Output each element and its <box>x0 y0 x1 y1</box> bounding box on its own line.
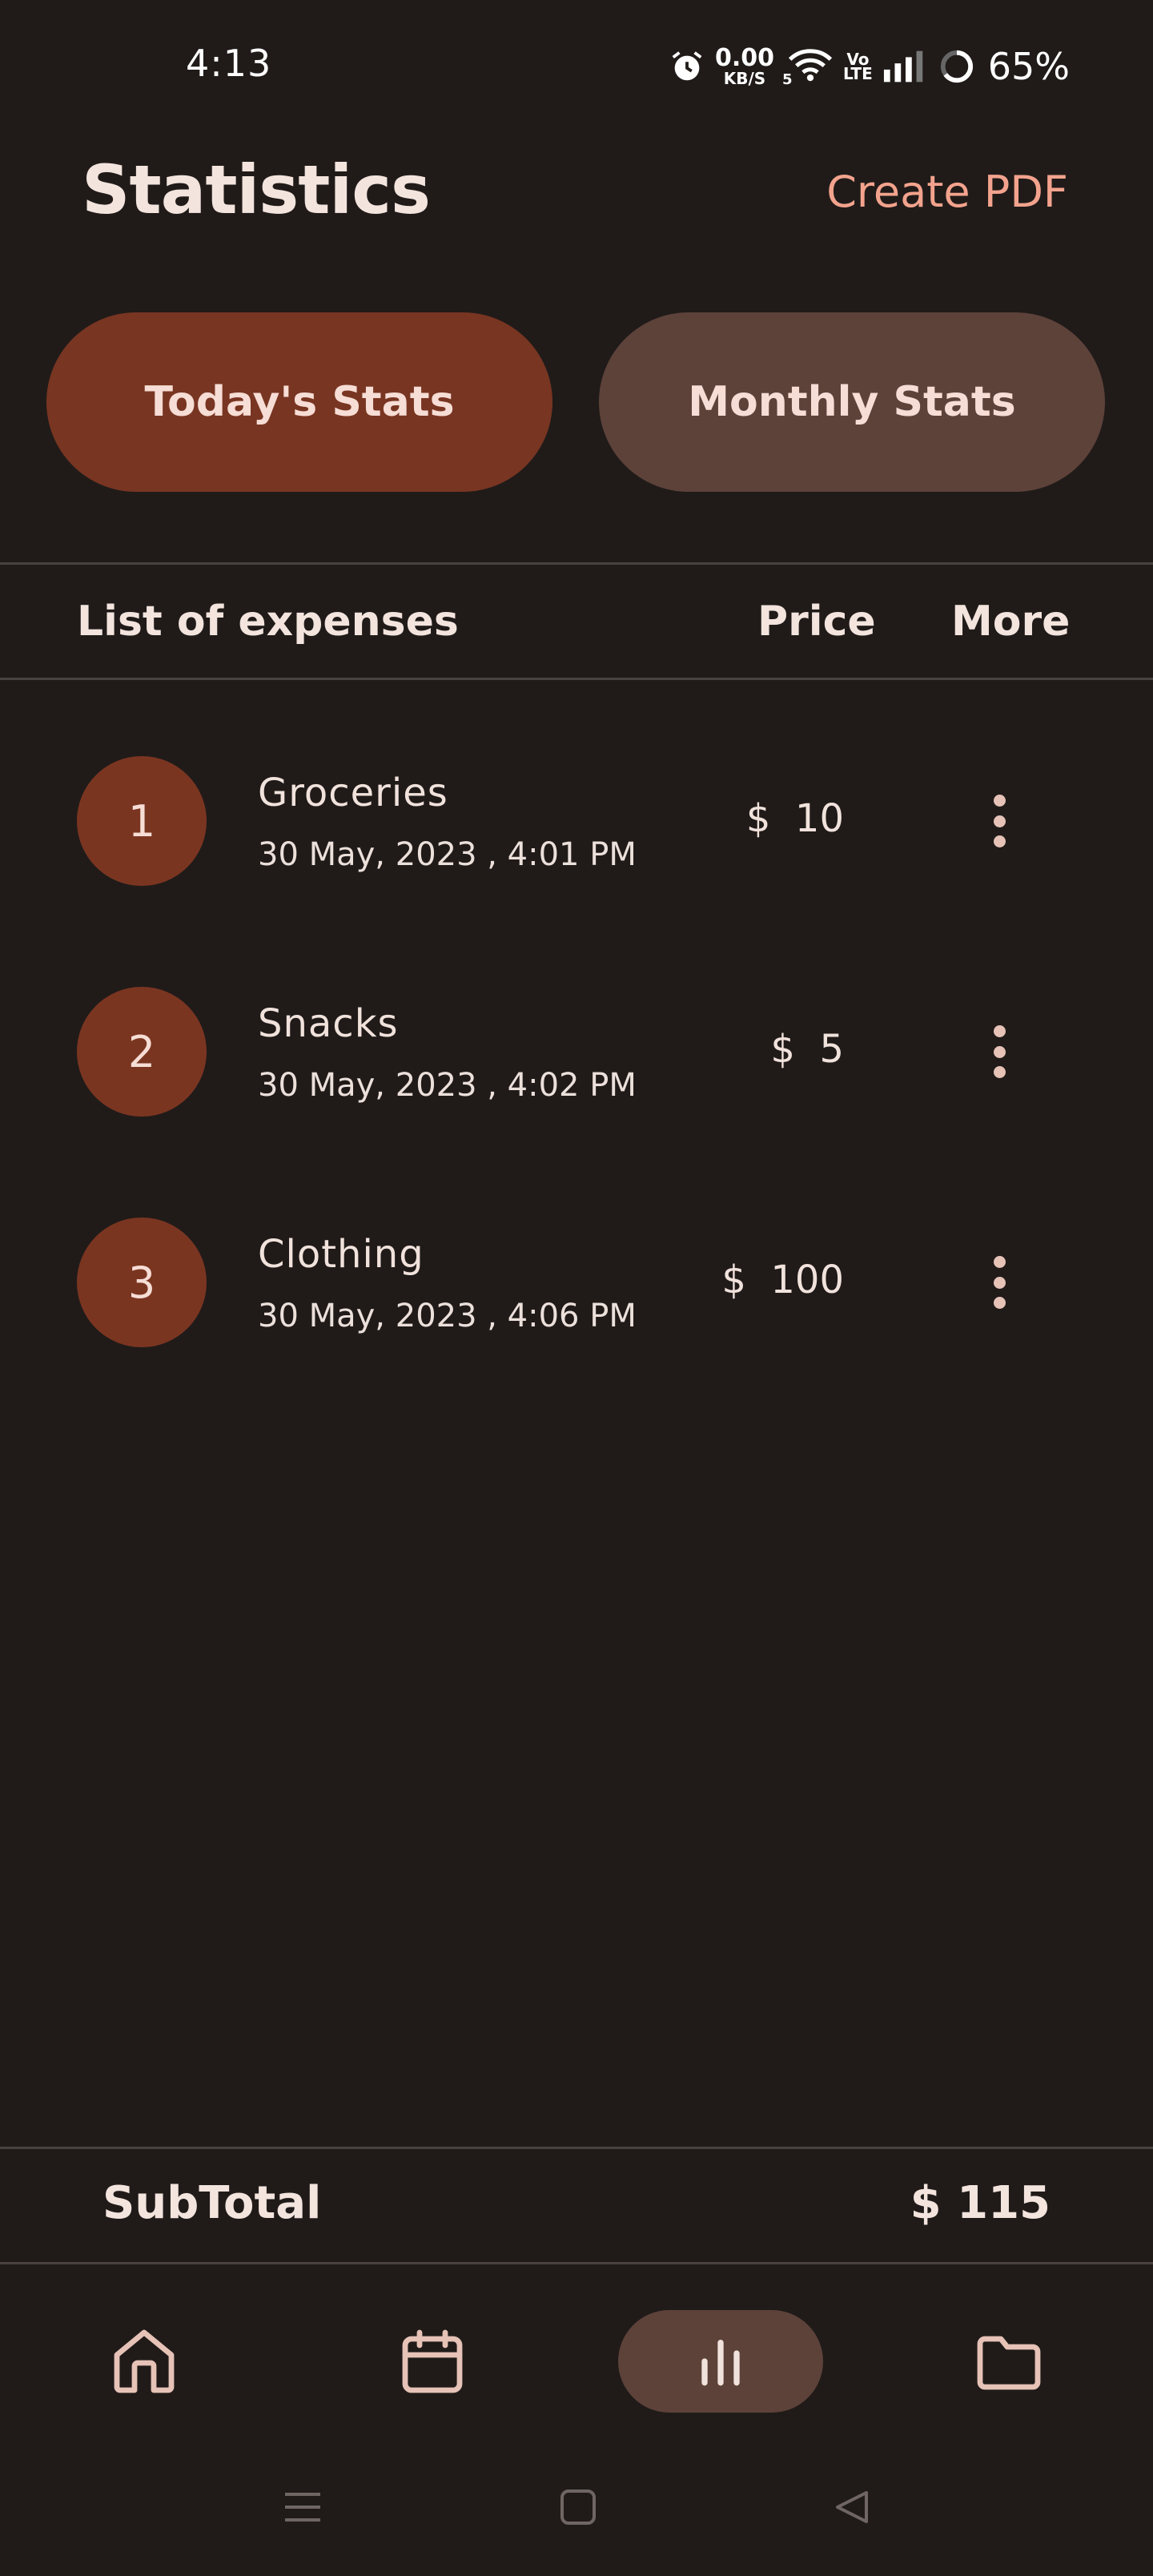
subtotal-label: SubTotal <box>102 2177 322 2229</box>
list-header-price: Price <box>757 598 876 646</box>
battery-icon <box>940 50 973 83</box>
tab-todays-stats[interactable]: Today's Stats <box>46 312 552 492</box>
system-menu-button[interactable] <box>279 2483 327 2531</box>
list-item[interactable]: 3 Clothing 30 May, 2023 , 4:06 PM $ 100 <box>0 1218 1153 1378</box>
nav-statistics[interactable] <box>618 2310 823 2413</box>
list-header-more: More <box>951 598 1071 646</box>
expense-price: $ 5 <box>770 1027 844 1072</box>
wifi-icon: 5 <box>782 46 834 88</box>
system-back-button[interactable] <box>828 2483 876 2531</box>
status-icons: 0.00 KB/S 5 Vo LTE 65% <box>669 38 1070 95</box>
menu-icon <box>285 2493 320 2522</box>
index-badge: 2 <box>77 987 207 1117</box>
expense-price: $ 10 <box>745 796 844 841</box>
index-badge: 1 <box>77 756 207 886</box>
list-item[interactable]: 1 Groceries 30 May, 2023 , 4:01 PM $ 10 <box>0 756 1153 916</box>
expense-date: 30 May, 2023 , 4:01 PM <box>258 836 637 873</box>
nav-files[interactable] <box>958 2310 1060 2413</box>
index-badge: 3 <box>77 1218 207 1347</box>
status-time: 4:13 <box>186 42 272 85</box>
tab-monthly-stats[interactable]: Monthly Stats <box>599 312 1105 492</box>
battery-percent: 65% <box>987 45 1070 88</box>
system-home-button[interactable] <box>554 2483 602 2531</box>
expense-date: 30 May, 2023 , 4:06 PM <box>258 1298 637 1334</box>
create-pdf-button[interactable]: Create PDF <box>826 167 1068 217</box>
net-speed: 0.00 KB/S <box>714 44 774 88</box>
more-options-icon[interactable] <box>975 785 1023 857</box>
square-icon <box>560 2489 596 2525</box>
calendar-icon <box>402 2329 463 2393</box>
divider <box>0 2147 1153 2149</box>
expense-name: Clothing <box>258 1232 424 1277</box>
nav-home[interactable] <box>93 2310 195 2413</box>
bar-chart-icon <box>701 2340 740 2386</box>
divider <box>0 2262 1153 2264</box>
expense-date: 30 May, 2023 , 4:02 PM <box>258 1067 637 1104</box>
more-options-icon[interactable] <box>975 1016 1023 1088</box>
nav-calendar[interactable] <box>381 2310 484 2413</box>
subtotal-value: $ 115 <box>910 2177 1051 2229</box>
divider <box>0 562 1153 565</box>
back-triangle-icon <box>836 2491 868 2523</box>
home-icon <box>114 2329 175 2393</box>
volte-indicator: Vo LTE <box>843 50 873 83</box>
divider <box>0 678 1153 680</box>
page-title: Statistics <box>82 151 431 229</box>
list-item[interactable]: 2 Snacks 30 May, 2023 , 4:02 PM $ 5 <box>0 987 1153 1147</box>
alarm-icon <box>672 51 702 81</box>
folder-icon <box>977 2336 1041 2390</box>
list-header-expenses: List of expenses <box>77 598 459 646</box>
expense-name: Groceries <box>258 771 448 815</box>
expense-price: $ 100 <box>721 1258 844 1302</box>
more-options-icon[interactable] <box>975 1246 1023 1318</box>
signal-icon <box>883 50 923 83</box>
expense-name: Snacks <box>258 1001 399 1046</box>
